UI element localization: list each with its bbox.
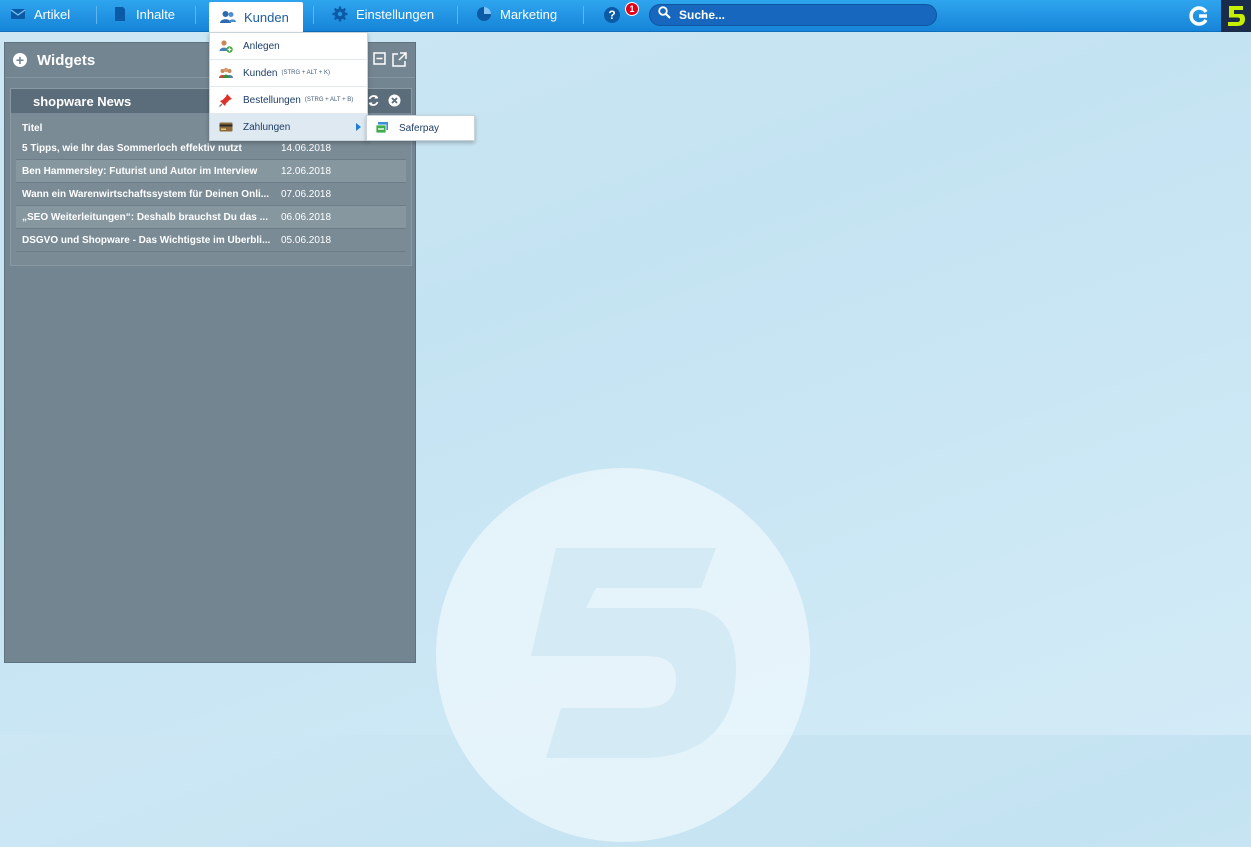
menu-item-anlegen[interactable]: Anlegen bbox=[210, 33, 367, 60]
news-widget-title: shopware News bbox=[33, 93, 132, 109]
credit-card-icon bbox=[219, 120, 233, 134]
nav-label: Inhalte bbox=[136, 6, 176, 22]
nav-divider bbox=[583, 6, 584, 24]
menu-item-kunden[interactable]: Kunden (STRG + ALT + K) bbox=[210, 60, 367, 87]
menu-item-label: Zahlungen bbox=[243, 121, 291, 133]
payment-window-icon bbox=[375, 121, 389, 135]
help-icon[interactable]: ? bbox=[604, 7, 620, 23]
pin-icon bbox=[219, 93, 233, 107]
menu-item-zahlungen[interactable]: Zahlungen bbox=[210, 114, 367, 140]
nav-label: Einstellungen bbox=[356, 6, 435, 22]
close-icon[interactable] bbox=[388, 94, 401, 110]
nav-label: Artikel bbox=[34, 6, 71, 22]
nav-item-kunden[interactable]: Kunden bbox=[209, 2, 303, 32]
pie-chart-icon bbox=[476, 6, 492, 22]
news-row-date: 14.06.2018 bbox=[281, 142, 332, 154]
submenu-label: Saferpay bbox=[399, 122, 440, 134]
nav-label: Marketing bbox=[500, 6, 558, 22]
kunden-dropdown-menu: Anlegen Kunden (STRG + ALT + K) Bestellu… bbox=[209, 32, 368, 141]
add-widget-icon[interactable]: + bbox=[13, 53, 27, 67]
news-row-title: DSGVO und Shopware - Das Wichtigste im Ü… bbox=[22, 234, 271, 246]
search-box[interactable] bbox=[649, 4, 937, 26]
widget-panel-tools bbox=[373, 52, 407, 72]
news-row-date: 07.06.2018 bbox=[281, 188, 332, 200]
main-menu-bar: Artikel Inhalte Kunden Einstellungen Mar… bbox=[0, 0, 1251, 32]
menu-item-shortcut: (STRG + ALT + K) bbox=[281, 70, 330, 76]
news-row-date: 12.06.2018 bbox=[281, 165, 332, 177]
news-row-title: 5 Tipps, wie Ihr das Sommerloch effektiv… bbox=[22, 142, 242, 154]
news-row-title: Ben Hammersley: Futurist und Autor im In… bbox=[22, 165, 258, 177]
search-input[interactable] bbox=[677, 7, 921, 23]
popout-icon[interactable] bbox=[392, 52, 407, 72]
news-widget-tools bbox=[367, 94, 401, 110]
nav-item-inhalte[interactable]: Inhalte bbox=[112, 0, 175, 28]
search-icon bbox=[658, 6, 671, 24]
news-row[interactable]: DSGVO und Shopware - Das Wichtigste im Ü… bbox=[16, 229, 406, 252]
news-row-title: Wann ein Warenwirtschaftssystem für Dein… bbox=[22, 188, 270, 200]
nav-divider bbox=[457, 6, 458, 24]
widget-panel-title: Widgets bbox=[37, 51, 96, 69]
nav-item-marketing[interactable]: Marketing bbox=[476, 0, 557, 28]
google-icon[interactable] bbox=[1188, 6, 1210, 26]
menu-item-label: Bestellungen bbox=[243, 94, 301, 106]
nav-divider bbox=[96, 6, 97, 24]
envelope-icon bbox=[10, 6, 26, 22]
news-row-title: „SEO Weiterleitungen“: Deshalb brauchst … bbox=[22, 211, 268, 223]
news-row[interactable]: Ben Hammersley: Futurist und Autor im In… bbox=[16, 160, 406, 183]
users-icon bbox=[220, 9, 236, 25]
news-row-date: 05.06.2018 bbox=[281, 234, 332, 246]
nav-item-einstellungen[interactable]: Einstellungen bbox=[332, 0, 434, 28]
refresh-icon[interactable] bbox=[367, 94, 380, 110]
notification-badge[interactable]: 1 bbox=[625, 2, 639, 16]
submenu-arrow-icon bbox=[356, 123, 361, 131]
add-user-icon bbox=[219, 39, 233, 53]
document-icon bbox=[112, 6, 128, 22]
nav-divider bbox=[313, 6, 314, 24]
nav-label: Kunden bbox=[244, 9, 289, 25]
shopware-logo-icon[interactable] bbox=[1221, 0, 1251, 32]
minimize-icon[interactable] bbox=[373, 52, 386, 72]
gear-icon bbox=[332, 6, 348, 22]
customers-icon bbox=[219, 66, 233, 80]
menu-item-shortcut: (STRG + ALT + B) bbox=[304, 97, 354, 103]
news-row[interactable]: Wann ein Warenwirtschaftssystem für Dein… bbox=[16, 183, 406, 206]
news-row-date: 06.06.2018 bbox=[281, 211, 332, 223]
menu-item-label: Kunden bbox=[243, 67, 278, 79]
menu-item-saferpay[interactable]: Saferpay bbox=[366, 115, 475, 141]
menu-item-label: Anlegen bbox=[243, 40, 280, 52]
background-shopware-logo bbox=[436, 468, 810, 842]
news-row[interactable]: „SEO Weiterleitungen“: Deshalb brauchst … bbox=[16, 206, 406, 229]
menu-item-bestellungen[interactable]: Bestellungen (STRG + ALT + B) bbox=[210, 87, 367, 114]
nav-item-artikel[interactable]: Artikel bbox=[10, 0, 70, 28]
nav-divider bbox=[195, 6, 196, 24]
